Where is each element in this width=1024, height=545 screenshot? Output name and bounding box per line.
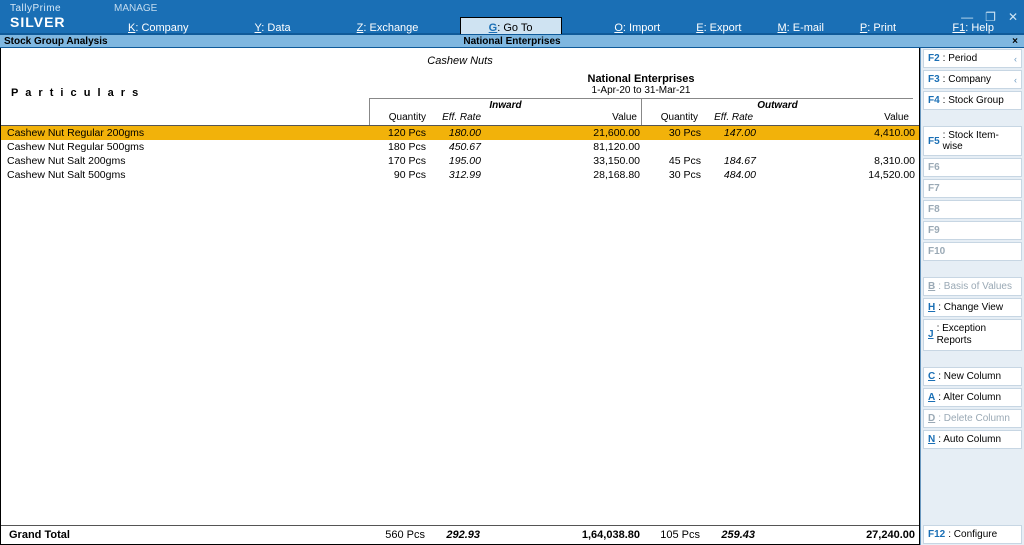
company-heading: National Enterprises (369, 73, 913, 85)
side-new-column[interactable]: C: New Column (923, 367, 1022, 386)
side-panel: F2: Period‹ F3: Company‹ F4: Stock Group… (920, 48, 1024, 545)
side-auto-column[interactable]: N: Auto Column (923, 430, 1022, 449)
side-f8: F8 (923, 200, 1022, 219)
brand-block: TallyPrime SILVER (0, 0, 110, 33)
manage-label: MANAGE (110, 0, 157, 14)
chevron-left-icon: ‹ (1014, 54, 1017, 64)
table-row[interactable]: Cashew Nut Salt 500gms 90 Pcs312.9928,16… (1, 168, 919, 182)
item-name: Cashew Nut Salt 200gms (1, 154, 369, 168)
table-row[interactable]: Cashew Nut Regular 500gms 180 Pcs450.678… (1, 140, 919, 154)
col-val: Value (485, 112, 641, 123)
grand-total-label: Grand Total (1, 529, 369, 541)
subheader-close-icon[interactable]: × (1012, 36, 1020, 47)
side-configure[interactable]: F12: Configure (923, 525, 1022, 544)
particulars-heading: P a r t i c u l a r s (7, 73, 369, 125)
side-basis-values: B: Basis of Values (923, 277, 1022, 296)
col-qty: Quantity (370, 112, 430, 123)
col-qty: Quantity (642, 112, 702, 123)
side-stock-item-wise[interactable]: F5: Stock Item-wise (923, 126, 1022, 156)
col-rate: Eff. Rate (702, 112, 757, 123)
main-area: Cashew Nuts P a r t i c u l a r s Nation… (0, 48, 1024, 545)
item-name: Cashew Nut Salt 500gms (1, 168, 369, 182)
data-rows: Cashew Nut Regular 200gms 120 Pcs180.002… (1, 126, 919, 525)
side-company[interactable]: F3: Company‹ (923, 70, 1022, 89)
brand-top: TallyPrime (10, 3, 100, 14)
subheader-left: Stock Group Analysis (4, 36, 108, 47)
side-f6: F6 (923, 158, 1022, 177)
report-header: Cashew Nuts P a r t i c u l a r s Nation… (1, 48, 919, 125)
chevron-left-icon: ‹ (1014, 75, 1017, 85)
col-rate: Eff. Rate (430, 112, 485, 123)
side-f7: F7 (923, 179, 1022, 198)
table-row[interactable]: Cashew Nut Salt 200gms 170 Pcs195.0033,1… (1, 154, 919, 168)
inward-column-group: Inward Quantity Eff. Rate Value (369, 99, 641, 125)
table-row[interactable]: Cashew Nut Regular 200gms 120 Pcs180.002… (1, 126, 919, 140)
stock-group-name: Cashew Nuts (7, 52, 913, 73)
side-period[interactable]: F2: Period‹ (923, 49, 1022, 68)
item-name: Cashew Nut Regular 200gms (1, 126, 369, 140)
side-f9: F9 (923, 221, 1022, 240)
side-f10: F10 (923, 242, 1022, 261)
side-change-view[interactable]: H: Change View (923, 298, 1022, 317)
side-delete-column: D: Delete Column (923, 409, 1022, 428)
sub-header: Stock Group Analysis National Enterprise… (0, 34, 1024, 48)
grand-total-row: Grand Total 560 Pcs292.931,64,038.80 105… (1, 525, 919, 544)
inward-title: Inward (370, 99, 641, 112)
item-name: Cashew Nut Regular 500gms (1, 140, 369, 154)
subheader-center: National Enterprises (463, 36, 560, 47)
side-stock-group[interactable]: F4: Stock Group (923, 91, 1022, 110)
brand-bottom: SILVER (10, 14, 100, 30)
outward-title: Outward (642, 99, 913, 112)
report-panel: Cashew Nuts P a r t i c u l a r s Nation… (0, 48, 920, 545)
side-alter-column[interactable]: A: Alter Column (923, 388, 1022, 407)
period-heading: 1-Apr-20 to 31-Mar-21 (369, 85, 913, 98)
outward-column-group: Outward Quantity Eff. Rate Value (641, 99, 913, 125)
side-exception-reports[interactable]: J: Exception Reports (923, 319, 1022, 351)
col-val: Value (757, 112, 913, 123)
